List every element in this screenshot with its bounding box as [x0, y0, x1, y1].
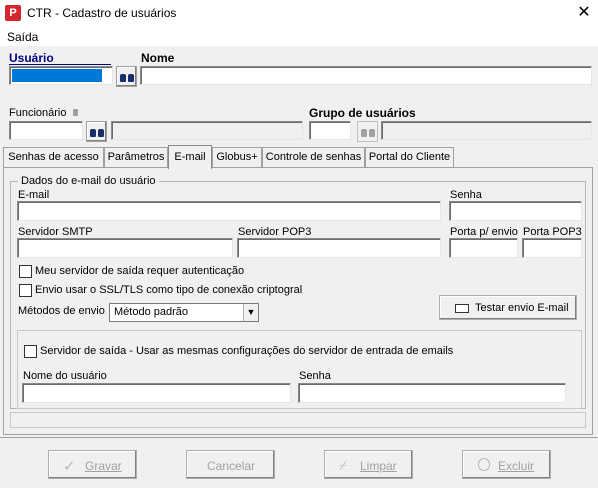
pop3-input[interactable] [237, 238, 441, 258]
window-title: CTR - Cadastro de usuários [27, 6, 177, 20]
grupo-name-field [381, 121, 592, 140]
broom-icon: ⌿ [339, 457, 348, 473]
tab-status-strip [10, 412, 586, 428]
auth-checkbox[interactable] [19, 265, 32, 278]
usuario-label: Usuário [9, 51, 54, 65]
gravar-label: Gravar [85, 459, 122, 473]
tab-controle-de-senhas[interactable]: Controle de senhas [262, 147, 365, 167]
pop3-label: Servidor POP3 [238, 226, 312, 238]
porta-envio-label: Porta p/ envio [450, 226, 518, 238]
porta-pop3-input[interactable] [522, 238, 582, 258]
email-group-title: Dados do e-mail do usuário [18, 175, 159, 187]
trash-icon [478, 458, 490, 471]
limpar-label: Limpar [360, 459, 397, 473]
grupo-search-button [357, 121, 378, 142]
menu-item-saida[interactable]: Saída [7, 30, 38, 44]
smtp-label: Servidor SMTP [18, 226, 93, 238]
saida-checkbox-label: Servidor de saída - Usar as mesmas confi… [40, 345, 454, 357]
ssl-checkbox[interactable] [19, 284, 32, 297]
tab-portal-do-cliente[interactable]: Portal do Cliente [365, 147, 454, 167]
ssl-checkbox-label: Envio usar o SSL/TLS como tipo de conexã… [35, 284, 303, 296]
cancelar-label: Cancelar [207, 459, 256, 473]
arrow-down-icon [72, 109, 78, 116]
email-label: E-mail [18, 189, 50, 201]
porta-envio-input[interactable] [449, 238, 518, 258]
funcionario-search-button[interactable] [86, 121, 107, 142]
metodos-label: Métodos de envio [18, 305, 105, 317]
app-logo-icon: P [5, 5, 21, 21]
limpar-button[interactable]: ⌿ Limpar [324, 450, 413, 479]
funcionario-label-text: Funcionário [9, 107, 67, 119]
smtp-input[interactable] [17, 238, 233, 258]
senha2-label: Senha [299, 370, 331, 382]
usuario-input[interactable] [9, 66, 113, 85]
porta-pop3-label: Porta POP3 [523, 226, 582, 238]
usuario-search-button[interactable] [116, 66, 137, 87]
funcionario-name-field [111, 121, 303, 140]
binoculars-icon [360, 126, 375, 137]
gravar-button[interactable]: ✓ Gravar [48, 450, 137, 479]
nome-input[interactable] [140, 66, 592, 85]
excluir-label: Excluir [498, 459, 535, 473]
senha2-input[interactable] [298, 383, 566, 403]
title-bar: P CTR - Cadastro de usuários ✕ [0, 0, 598, 27]
nome-usuario-label: Nome do usuário [23, 370, 107, 382]
metodos-select[interactable]: Método padrão ▼ [109, 303, 259, 322]
saida-same-config-checkbox[interactable] [24, 345, 37, 358]
metodos-select-value: Método padrão [114, 306, 188, 318]
check-icon: ✓ [63, 458, 76, 475]
grupo-code-input[interactable] [309, 121, 351, 140]
excluir-button[interactable]: Excluir [462, 450, 551, 479]
chevron-down-icon[interactable]: ▼ [243, 304, 258, 321]
nome-label: Nome [141, 51, 175, 65]
tab-parametros[interactable]: Parâmetros [104, 147, 168, 167]
funcionario-code-input[interactable] [9, 121, 83, 140]
funcionario-label: Funcionário [9, 107, 78, 119]
binoculars-icon [119, 71, 134, 82]
nome-usuario-input[interactable] [22, 383, 291, 403]
envelope-icon [455, 304, 469, 313]
tab-globus[interactable]: Globus+ [212, 147, 262, 167]
auth-checkbox-label: Meu servidor de saída requer autenticaçã… [35, 265, 245, 277]
email-input[interactable] [17, 201, 441, 221]
testar-envio-button[interactable]: Testar envio E-mail [439, 295, 577, 320]
grupo-label: Grupo de usuários [309, 106, 416, 120]
tab-senhas-de-acesso[interactable]: Senhas de acesso [3, 147, 104, 167]
menu-bar: Saída [0, 27, 598, 46]
senha-input[interactable] [449, 201, 582, 221]
usuario-selection [12, 69, 102, 82]
testar-envio-label: Testar envio E-mail [475, 302, 569, 314]
cancelar-button[interactable]: Cancelar [186, 450, 275, 479]
usuario-underline [9, 64, 111, 65]
binoculars-icon [89, 126, 104, 137]
close-icon[interactable]: ✕ [573, 2, 595, 24]
tab-email[interactable]: E-mail [168, 145, 212, 169]
senha-label: Senha [450, 189, 482, 201]
